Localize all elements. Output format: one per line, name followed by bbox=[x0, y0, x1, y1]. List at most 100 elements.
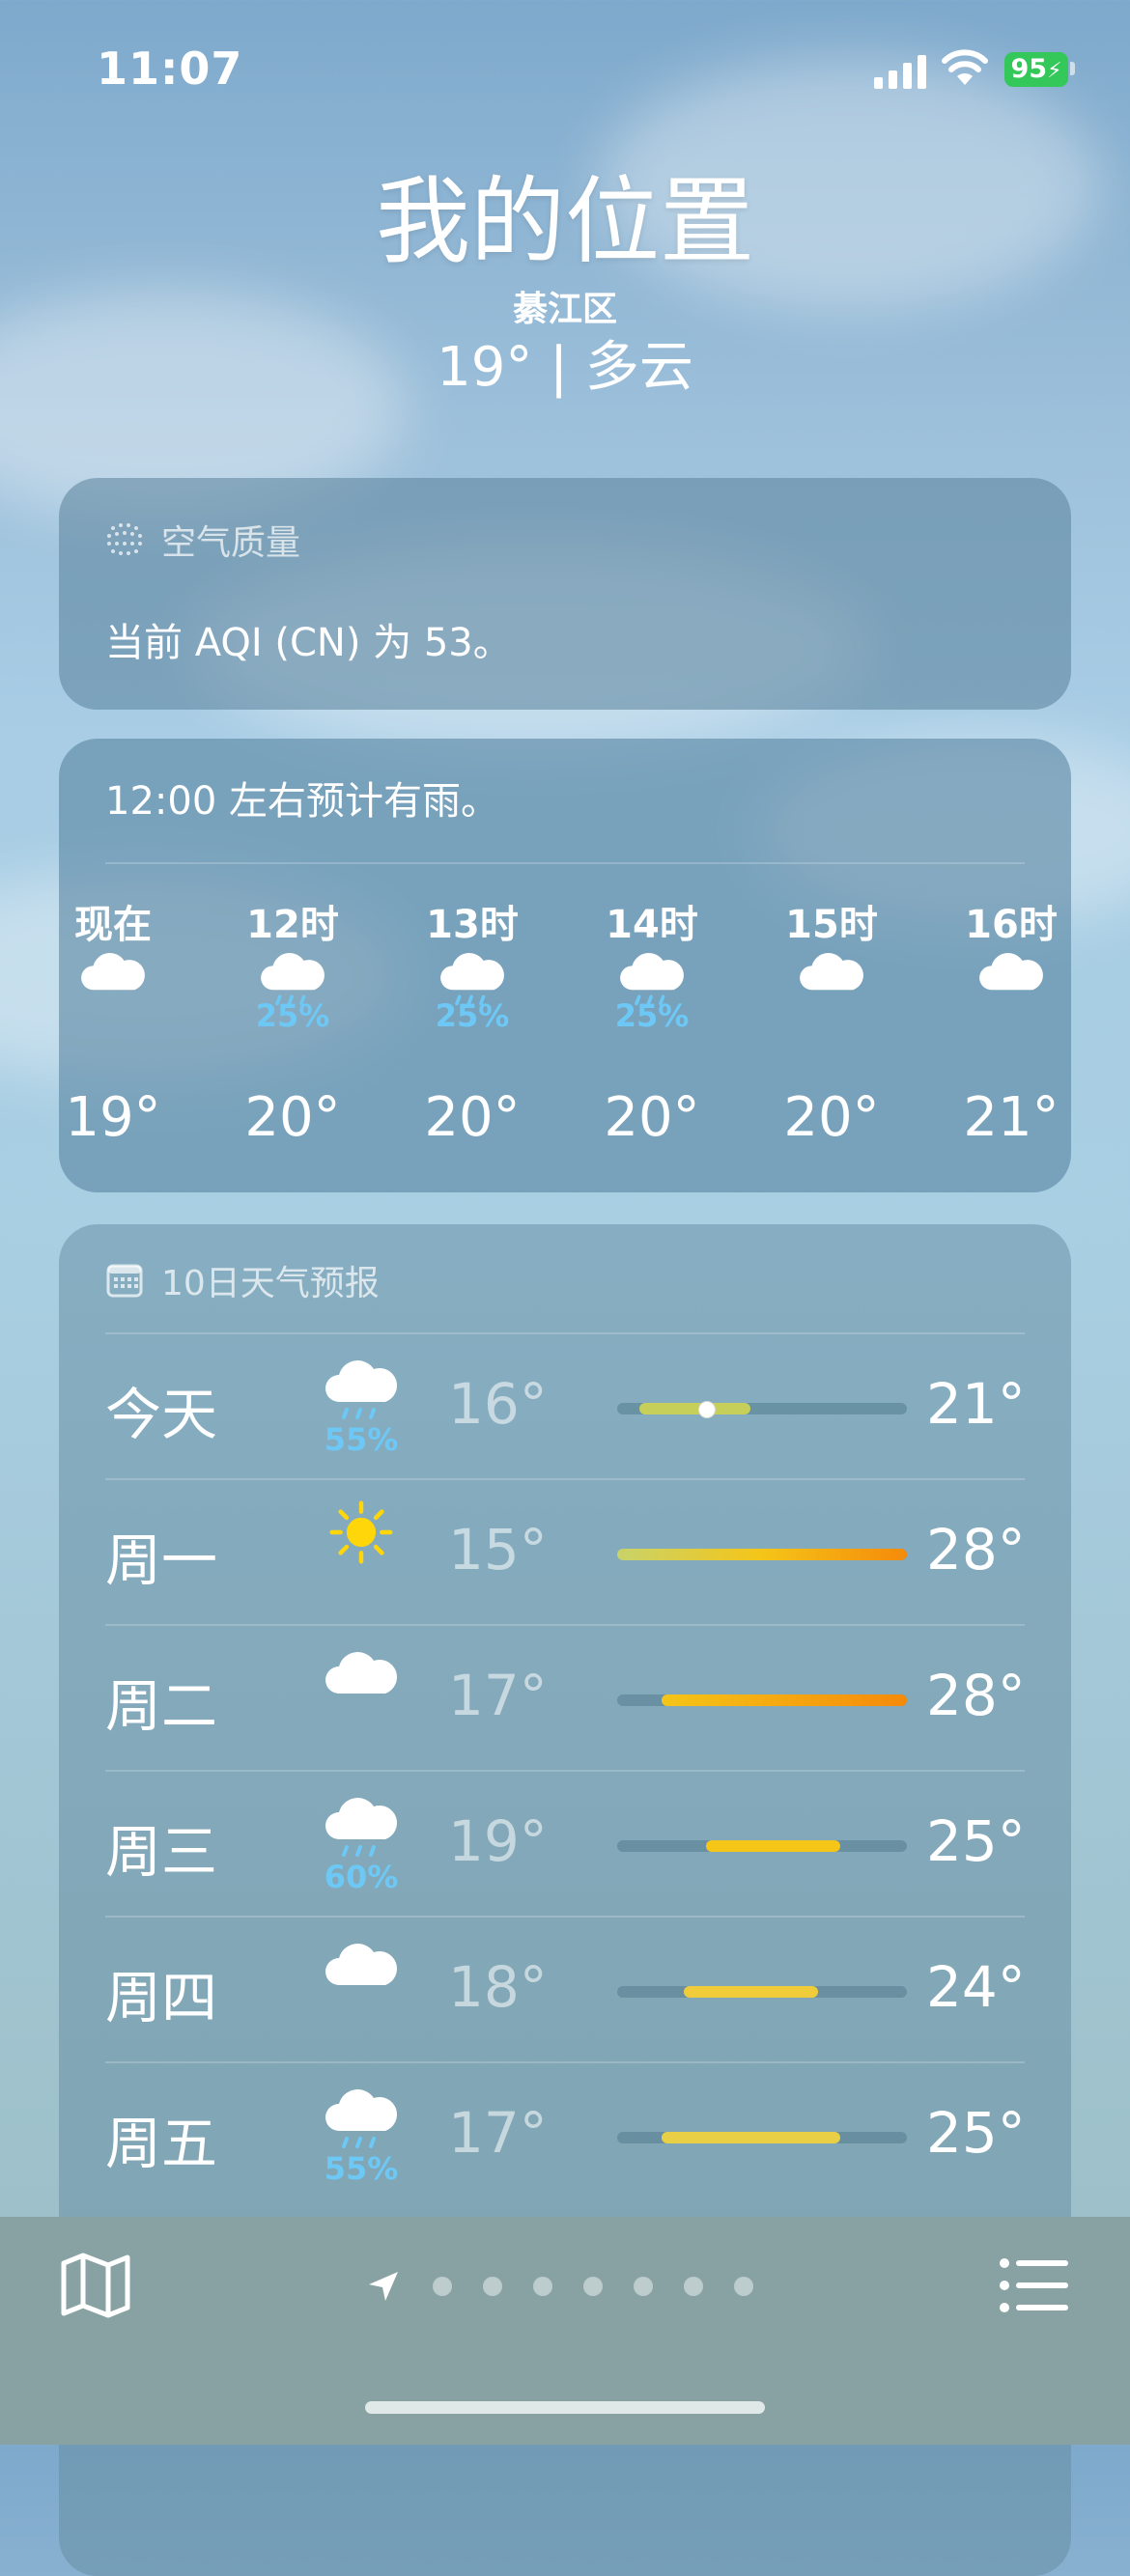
day-precip: 55% bbox=[324, 1421, 399, 1458]
hour-item: 现在 19° bbox=[59, 893, 181, 1149]
district-name: 綦江区 bbox=[512, 290, 617, 329]
day-low-temp: 18° bbox=[448, 1954, 548, 2020]
day-row[interactable]: 今天 55% 16° 21° bbox=[105, 1332, 1026, 1477]
page-dot[interactable] bbox=[684, 2277, 703, 2296]
day-row[interactable]: 周一 15° 28° bbox=[105, 1478, 1026, 1623]
day-name: 周四 bbox=[105, 1965, 218, 2030]
temp-range-fill bbox=[617, 1549, 907, 1560]
hour-item: 13时 25% 20° bbox=[405, 893, 540, 1149]
hour-temp: 19° bbox=[65, 1086, 161, 1149]
page-dot[interactable] bbox=[483, 2277, 502, 2296]
wifi-icon bbox=[942, 49, 988, 85]
aqi-text: 当前 AQI (CN) 为 53。 bbox=[105, 621, 512, 665]
row-divider bbox=[105, 1916, 1025, 1918]
day-high-temp: 24° bbox=[926, 1954, 1026, 2020]
temp-range-fill bbox=[662, 1694, 907, 1706]
cloud-rain-icon bbox=[325, 2089, 398, 2148]
day-row[interactable]: 周五 55% 17° 25° bbox=[105, 2061, 1026, 2206]
temp-range-bar bbox=[617, 2132, 907, 2143]
hour-temp: 20° bbox=[424, 1086, 521, 1149]
air-quality-card[interactable]: 空气质量 当前 AQI (CN) 为 53。 bbox=[59, 478, 1071, 710]
battery-level: 95 bbox=[1010, 54, 1048, 84]
status-bar: 11:07 95⚡ bbox=[0, 0, 1130, 135]
ten-day-header: 10日天气预报 bbox=[105, 1255, 380, 1305]
page-dot[interactable] bbox=[533, 2277, 552, 2296]
cloud-rain-icon bbox=[325, 1798, 398, 1857]
day-low-temp: 19° bbox=[448, 1808, 548, 1874]
hour-temp: 20° bbox=[783, 1086, 880, 1149]
day-name: 今天 bbox=[105, 1382, 218, 1447]
day-name: 周三 bbox=[105, 1819, 218, 1885]
air-quality-header: 空气质量 bbox=[105, 515, 300, 565]
hour-label: 现在 bbox=[74, 903, 152, 947]
row-divider bbox=[105, 1624, 1025, 1626]
air-quality-title: 空气质量 bbox=[161, 523, 301, 563]
cloud-icon bbox=[325, 1944, 398, 1985]
city-list-icon[interactable] bbox=[999, 2257, 1068, 2313]
cellular-signal-icon bbox=[874, 55, 926, 89]
day-row[interactable]: 周二 17° 28° bbox=[105, 1624, 1026, 1769]
row-divider bbox=[105, 2061, 1025, 2063]
current-temp-dot bbox=[698, 1401, 717, 1418]
status-time: 11:07 bbox=[97, 42, 243, 95]
day-row[interactable]: 周三 60% 19° 25° bbox=[105, 1770, 1026, 1915]
air-quality-icon bbox=[107, 523, 142, 555]
hour-icon-wrap bbox=[944, 941, 1071, 1028]
day-low-temp: 16° bbox=[448, 1371, 548, 1437]
temp-range-fill bbox=[639, 1403, 751, 1414]
hour-item: 16时 21° bbox=[944, 893, 1071, 1149]
hour-temp: 20° bbox=[604, 1086, 700, 1149]
day-icon-wrap bbox=[318, 1931, 405, 2037]
page-dot[interactable] bbox=[433, 2277, 452, 2296]
page-indicator[interactable] bbox=[367, 2267, 769, 2306]
page-dot[interactable] bbox=[583, 2277, 603, 2296]
temp-range-bar bbox=[617, 1694, 907, 1706]
hour-temp: 20° bbox=[244, 1086, 341, 1149]
day-row[interactable]: 周四 18° 24° bbox=[105, 1916, 1026, 2060]
hour-precip: 25% bbox=[614, 997, 690, 1034]
temp-range-bar bbox=[617, 1401, 907, 1418]
day-name: 周二 bbox=[105, 1673, 218, 1739]
hour-icon-wrap bbox=[59, 941, 181, 1028]
day-high-temp: 21° bbox=[926, 1371, 1026, 1437]
hour-precip: 25% bbox=[255, 997, 330, 1034]
temp-range-bar bbox=[617, 1549, 907, 1560]
day-high-temp: 25° bbox=[926, 2100, 1026, 2166]
hour-label: 12时 bbox=[246, 903, 339, 947]
home-indicator[interactable] bbox=[365, 2401, 765, 2414]
day-name: 周一 bbox=[105, 1527, 218, 1593]
temp-range-fill bbox=[684, 1986, 818, 1998]
calendar-icon bbox=[106, 1264, 143, 1298]
day-high-temp: 28° bbox=[926, 1517, 1026, 1582]
hourly-forecast-card[interactable]: 12:00 左右预计有雨。 现在 19° 12时 25% 20° 13时 25% 20° 14时… bbox=[59, 739, 1071, 1192]
day-name: 周五 bbox=[105, 2111, 218, 2176]
hour-label: 15时 bbox=[785, 903, 878, 947]
temp-range-bar bbox=[617, 1986, 907, 1998]
day-high-temp: 28° bbox=[926, 1663, 1026, 1728]
hour-icon-wrap bbox=[764, 941, 899, 1028]
charging-bolt-icon: ⚡ bbox=[1047, 59, 1062, 83]
map-icon[interactable] bbox=[60, 2252, 131, 2319]
location-title: 我的位置 bbox=[375, 167, 754, 277]
day-low-temp: 17° bbox=[448, 1663, 548, 1728]
battery-indicator: 95⚡ bbox=[1004, 52, 1068, 87]
hour-label: 16时 bbox=[965, 903, 1058, 947]
page-dot[interactable] bbox=[634, 2277, 653, 2296]
day-low-temp: 17° bbox=[448, 2100, 548, 2166]
page-dot[interactable] bbox=[734, 2277, 753, 2296]
hour-label: 14时 bbox=[606, 903, 698, 947]
temp-range-fill bbox=[662, 2132, 840, 2143]
cloud-icon bbox=[979, 953, 1043, 991]
day-precip: 55% bbox=[324, 2150, 399, 2187]
hour-item: 12时 25% 20° bbox=[225, 893, 360, 1149]
ten-day-title: 10日天气预报 bbox=[161, 1264, 380, 1303]
hour-precip: 25% bbox=[435, 997, 510, 1034]
hour-item: 14时 25% 20° bbox=[584, 893, 720, 1149]
hourly-summary: 12:00 左右预计有雨。 bbox=[105, 779, 499, 824]
day-icon-wrap bbox=[318, 1639, 405, 1746]
cloud-rain-icon bbox=[325, 1360, 398, 1419]
row-divider bbox=[105, 1478, 1025, 1480]
hour-label: 13时 bbox=[426, 903, 519, 947]
day-high-temp: 25° bbox=[926, 1808, 1026, 1874]
hour-temp: 21° bbox=[963, 1086, 1059, 1149]
